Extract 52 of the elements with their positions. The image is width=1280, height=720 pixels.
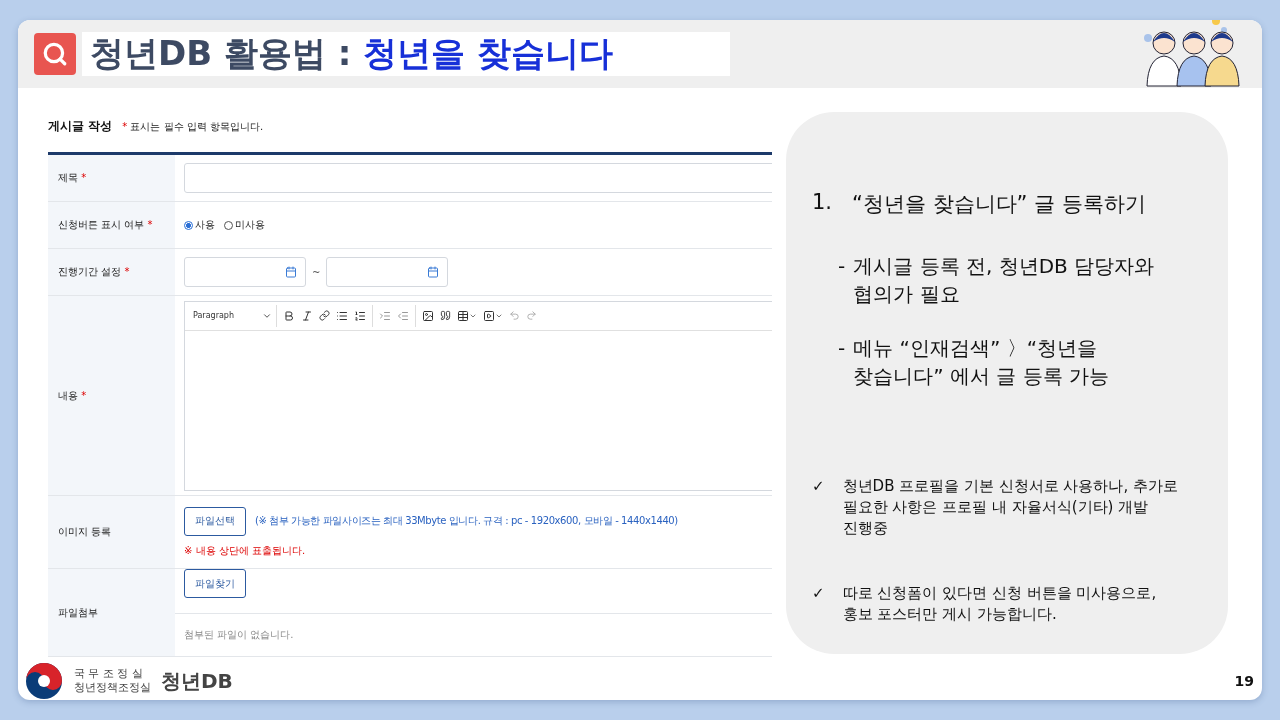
italic-icon[interactable]	[301, 309, 313, 322]
required-note: * 표시는 필수 입력 항목입니다.	[122, 120, 264, 134]
step-number: 1.	[812, 190, 833, 216]
numbered-list-icon[interactable]	[354, 309, 366, 322]
dash: -	[838, 253, 846, 280]
outdent-icon[interactable]	[397, 309, 409, 322]
media-icon[interactable]	[483, 309, 503, 322]
radio-option[interactable]: 미사용	[224, 218, 265, 232]
quote-icon[interactable]	[440, 310, 451, 321]
slide-title: 청년DB 활용법 : 청년을 찾습니다	[82, 32, 730, 76]
step-text: 게시글 등록 전, 청년DB 담당자와 협의가 필요	[853, 253, 1155, 308]
radio-option[interactable]: 사용	[184, 218, 215, 232]
start-date-field[interactable]	[184, 257, 306, 287]
search-icon	[34, 33, 76, 75]
dash: -	[838, 335, 846, 362]
bold-icon[interactable]	[283, 309, 295, 322]
org-name: 국 무 조 정 실	[74, 667, 144, 681]
rich-text-editor[interactable]: Paragraph	[184, 300, 772, 491]
field-label: 제목 *	[58, 171, 87, 185]
no-file-text: 첨부된 파일이 없습니다.	[184, 628, 294, 642]
choose-file-button[interactable]: 파일선택	[184, 506, 246, 536]
range-separator: ~	[312, 266, 321, 278]
form-heading: 게시글 작성	[48, 118, 113, 135]
file-size-hint: (※ 첨부 가능한 파일사이즈는 최대 33Mbyte 입니다. 규격 : pc - 1920x600, 모바일 - 1440x1440)	[255, 514, 678, 528]
calendar-icon[interactable]	[427, 266, 440, 278]
check-mark: ✓	[812, 476, 825, 497]
paragraph-dropdown[interactable]: Paragraph	[191, 304, 277, 327]
radio-button[interactable]	[224, 220, 233, 230]
office-name: 청년정책조정실	[74, 681, 151, 695]
find-file-button[interactable]: 파일찾기	[184, 569, 246, 598]
radio-button[interactable]	[184, 220, 193, 230]
page-number: 19	[1234, 673, 1254, 689]
step-title: “청년을 찾습니다” 글 등록하기	[852, 191, 1146, 218]
table-icon[interactable]	[457, 309, 477, 322]
calendar-icon[interactable]	[285, 266, 297, 278]
note-text: 따로 신청폼이 있다면 신청 버튼을 미사용으로, 홍보 포스터만 게시 가능합니다.	[842, 583, 1157, 625]
brand-name: 청년DB	[161, 667, 233, 695]
link-icon[interactable]	[319, 310, 330, 321]
bullet-list-icon[interactable]	[336, 309, 348, 322]
check-mark: ✓	[812, 583, 825, 604]
field-label: 진행기간 설정 *	[58, 265, 130, 279]
field-label: 내용 *	[58, 388, 87, 403]
field-label: 파일첨부	[58, 605, 98, 620]
title-input[interactable]	[184, 163, 772, 193]
step-text: 메뉴 “인재검색” 〉“청년을 찾습니다” 에서 글 등록 가능	[853, 335, 1109, 390]
field-label: 이미지 등록	[58, 525, 112, 539]
indent-icon[interactable]	[379, 309, 391, 322]
note-text: 청년DB 프로필을 기본 신청서로 사용하나, 추가로 필요한 사항은 프로필 내 자율서식(기타) 개발 진행중	[842, 476, 1179, 539]
end-date-field[interactable]	[326, 257, 449, 287]
field-label: 신청버튼 표시 여부 *	[58, 218, 153, 232]
image-icon[interactable]	[422, 309, 434, 322]
display-warning: ※ 내용 상단에 표출됩니다.	[184, 543, 307, 558]
